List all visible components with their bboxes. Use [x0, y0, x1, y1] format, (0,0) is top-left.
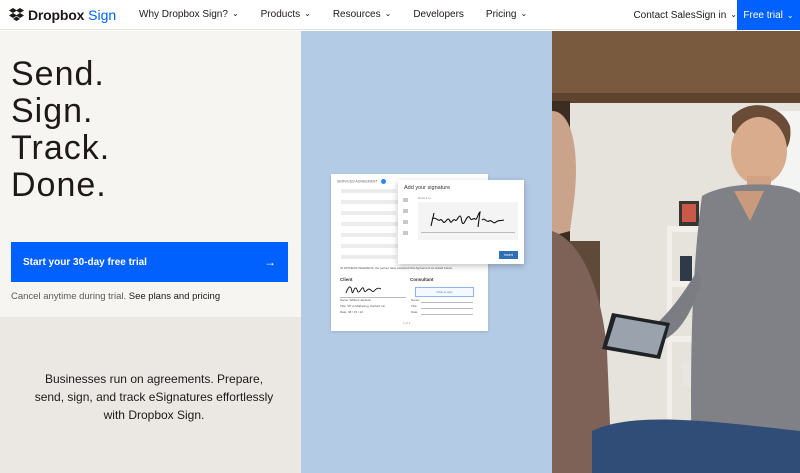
nav-menu: Why Dropbox Sign? ⌄ Products ⌄ Resources… — [139, 9, 549, 20]
cancel-note: Cancel anytime during trial. See plans a… — [11, 291, 220, 302]
nav-developers[interactable]: Developers — [413, 9, 464, 20]
client-name: Name: William Jackson — [340, 298, 372, 302]
witness-text: IN WITNESS WHEREOF, the parties have exe… — [340, 266, 453, 270]
nav-item-label: Resources — [332, 9, 381, 20]
draw-tab-icon[interactable] — [403, 198, 408, 202]
dropbox-icon — [9, 8, 24, 21]
free-trial-label: Free trial — [743, 9, 783, 21]
field-line — [421, 302, 473, 303]
text-placeholder-line — [341, 200, 401, 204]
field-line — [421, 308, 473, 309]
arrow-right-icon: → — [264, 255, 276, 269]
consultant-title-label: Title: — [411, 304, 418, 308]
chevron-down-icon: ⌄ — [786, 10, 794, 20]
top-navigation: Dropbox Sign Why Dropbox Sign? ⌄ Product… — [0, 0, 800, 30]
hero-photo — [552, 31, 800, 473]
type-tab-icon[interactable] — [403, 209, 408, 213]
nav-resources[interactable]: Resources ⌄ — [333, 9, 392, 20]
start-trial-button[interactable]: Start your 30-day free trial → — [11, 242, 288, 282]
dropbox-sign-logo[interactable]: Dropbox Sign — [9, 7, 129, 23]
plans-pricing-link[interactable]: See plans and pricing — [129, 291, 220, 302]
upload-tab-icon[interactable] — [403, 220, 408, 224]
cancel-text: Cancel anytime during trial. — [11, 291, 127, 302]
client-title: Title: VP of Marketing, Harford Inc. — [340, 304, 386, 308]
text-placeholder-line — [341, 233, 396, 237]
headline-line: Sign. — [11, 92, 94, 130]
status-dot-icon — [380, 179, 386, 184]
nav-item-label: Products — [260, 9, 301, 20]
document-header: SERVICES AGREEMENT — [337, 179, 386, 184]
text-placeholder-line — [341, 244, 401, 248]
page-number: 1 of 1 — [403, 321, 411, 325]
text-placeholder-line — [341, 211, 396, 215]
brand-product: Sign — [88, 6, 117, 23]
client-date: Date: 08 / 15 / 22 — [340, 310, 364, 314]
client-signature-icon — [345, 286, 382, 294]
click-to-sign-field[interactable]: Click to sign — [415, 287, 474, 297]
sign-in-link[interactable]: Sign in ⌄ — [696, 10, 737, 21]
hero-headline: Send. Sign. Track. Done. — [11, 56, 110, 204]
sign-in-label: Sign in — [695, 9, 727, 21]
phone-tab-icon[interactable] — [403, 231, 408, 235]
drawn-signature-icon — [430, 211, 505, 228]
people-with-tablet-image — [552, 31, 800, 473]
document-title: SERVICES AGREEMENT — [337, 179, 378, 184]
contact-sales-link[interactable]: Contact Sales — [633, 10, 695, 21]
add-signature-modal: Add your signature Draw it in Insert — [398, 180, 524, 264]
text-placeholder-line — [341, 222, 401, 226]
chevron-down-icon: ⌄ — [304, 9, 311, 18]
consultant-date-label: Date: — [411, 310, 419, 314]
nav-item-label: Why Dropbox Sign? — [139, 9, 228, 20]
headline-line: Done. — [11, 166, 107, 204]
chevron-down-icon: ⌄ — [520, 9, 528, 18]
signature-mode-tabs — [403, 198, 411, 242]
consultant-name-label: Name: — [411, 298, 420, 302]
signature-baseline — [421, 232, 515, 233]
text-placeholder-line — [341, 189, 396, 193]
headline-line: Send. — [11, 55, 105, 93]
chevron-down-icon: ⌄ — [384, 9, 392, 18]
modal-title: Add your signature — [404, 185, 451, 191]
text-placeholder-line — [341, 255, 396, 259]
nav-item-label: Developers — [413, 9, 464, 20]
brand-name: Dropbox — [28, 6, 85, 23]
hero-tagline: Businesses run on agreements. Prepare, s… — [34, 372, 274, 422]
nav-why-dropbox-sign[interactable]: Why Dropbox Sign? ⌄ — [139, 9, 239, 20]
nav-item-label: Pricing — [485, 9, 517, 20]
start-trial-label: Start your 30-day free trial — [23, 256, 147, 268]
field-line — [421, 314, 473, 315]
insert-button[interactable]: Insert — [499, 251, 518, 259]
draw-label: Draw it in — [418, 196, 431, 200]
headline-line: Track. — [11, 129, 111, 167]
nav-products[interactable]: Products ⌄ — [261, 9, 311, 20]
client-label: Client — [340, 277, 353, 282]
chevron-down-icon: ⌄ — [730, 9, 737, 19]
signature-draw-pad[interactable] — [418, 202, 518, 240]
nav-actions: Contact Sales Sign in ⌄ Free trial ⌄ — [633, 0, 800, 30]
chevron-down-icon: ⌄ — [231, 9, 239, 18]
consultant-label: Consultant — [410, 277, 434, 282]
free-trial-button[interactable]: Free trial ⌄ — [737, 0, 800, 30]
nav-pricing[interactable]: Pricing ⌄ — [486, 9, 527, 20]
